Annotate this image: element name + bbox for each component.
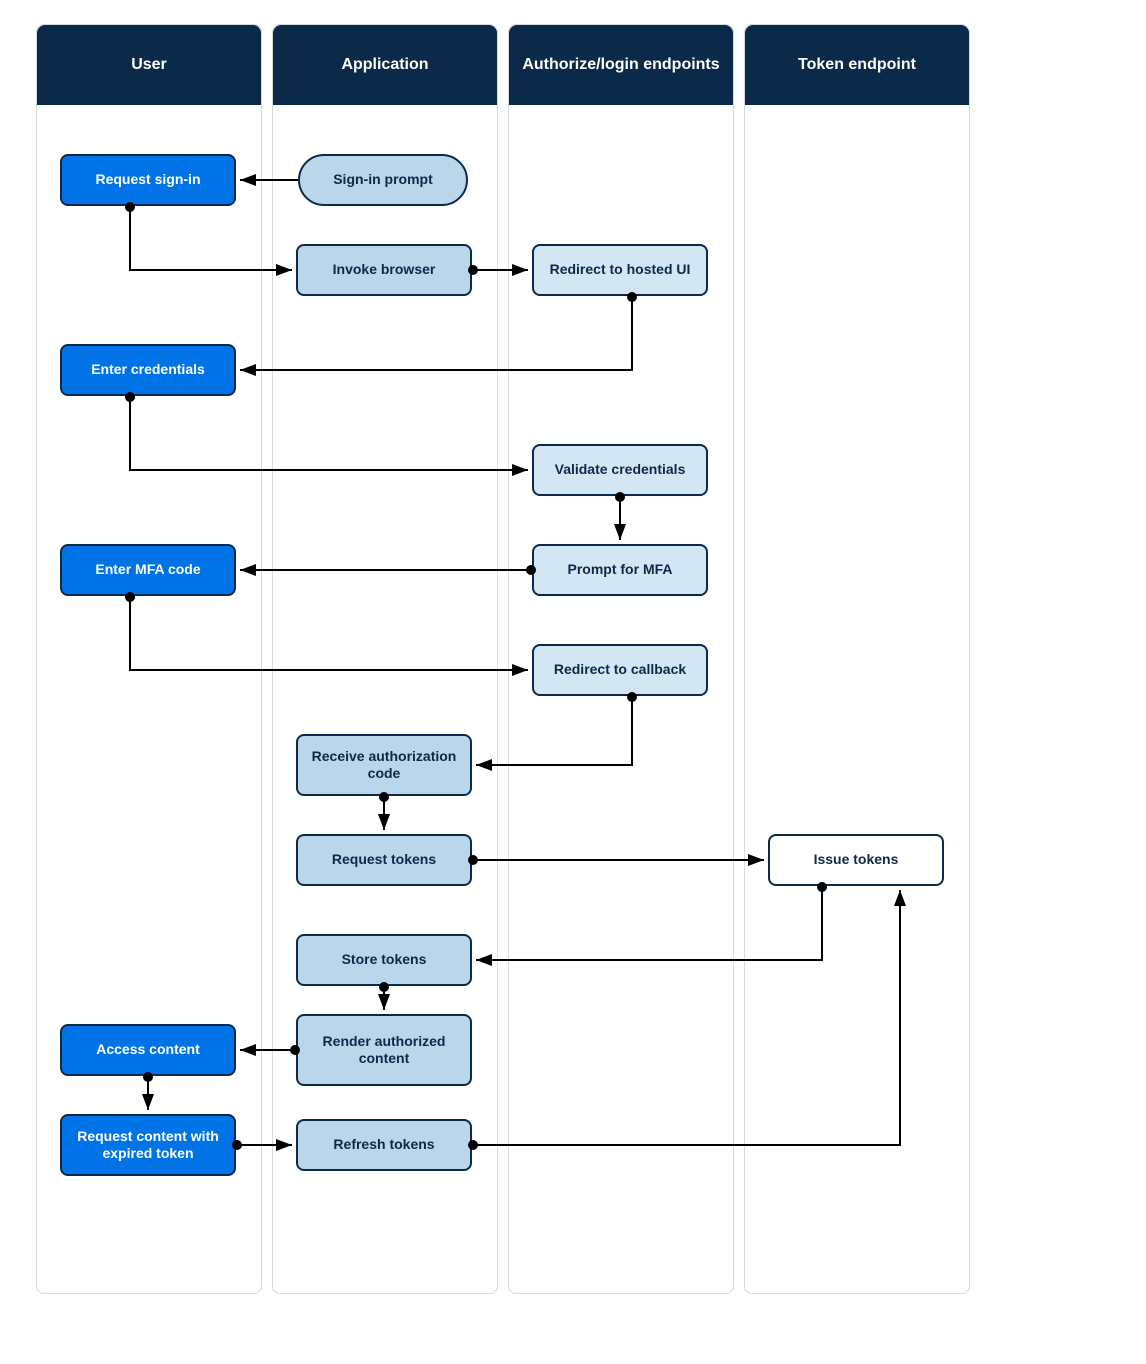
node-label: Redirect to hosted UI [550,261,691,279]
node-request-tokens: Request tokens [296,834,472,886]
node-label: Request content with expired token [68,1128,228,1163]
node-label: Prompt for MFA [568,561,673,579]
lane-title: Application [341,56,428,74]
node-access-content: Access content [60,1024,236,1076]
node-request-expired: Request content with expired token [60,1114,236,1176]
node-label: Store tokens [342,951,427,969]
lane-header-auth: Authorize/login endpoints [509,25,733,105]
lane-header-token: Token endpoint [745,25,969,105]
node-prompt-mfa: Prompt for MFA [532,544,708,596]
node-invoke-browser: Invoke browser [296,244,472,296]
node-request-signin: Request sign-in [60,154,236,206]
node-label: Issue tokens [814,851,899,869]
node-label: Enter MFA code [95,561,200,579]
node-issue-tokens: Issue tokens [768,834,944,886]
node-receive-authz: Receive authorization code [296,734,472,796]
node-label: Refresh tokens [333,1136,434,1154]
node-label: Receive authorization code [304,748,464,783]
node-label: Enter credentials [91,361,205,379]
node-label: Sign-in prompt [333,171,433,189]
node-enter-mfa: Enter MFA code [60,544,236,596]
lane-title: Authorize/login endpoints [522,56,719,74]
lane-token: Token endpoint [744,24,970,1294]
node-label: Invoke browser [333,261,436,279]
flow-diagram: User Application Authorize/login endpoin… [0,0,1146,1364]
lane-title: Token endpoint [798,56,916,74]
lane-header-app: Application [273,25,497,105]
node-label: Redirect to callback [554,661,686,679]
node-refresh-tokens: Refresh tokens [296,1119,472,1171]
node-label: Render authorized content [304,1033,464,1068]
node-render-content: Render authorized content [296,1014,472,1086]
node-enter-credentials: Enter credentials [60,344,236,396]
node-signin-prompt: Sign-in prompt [298,154,468,206]
lane-app: Application [272,24,498,1294]
node-label: Request sign-in [95,171,200,189]
node-redirect-callback: Redirect to callback [532,644,708,696]
node-label: Validate credentials [555,461,686,479]
lane-header-user: User [37,25,261,105]
node-label: Request tokens [332,851,436,869]
lane-user: User [36,24,262,1294]
node-validate-credentials: Validate credentials [532,444,708,496]
node-store-tokens: Store tokens [296,934,472,986]
node-redirect-hosted: Redirect to hosted UI [532,244,708,296]
node-label: Access content [96,1041,199,1059]
lane-title: User [131,56,167,74]
